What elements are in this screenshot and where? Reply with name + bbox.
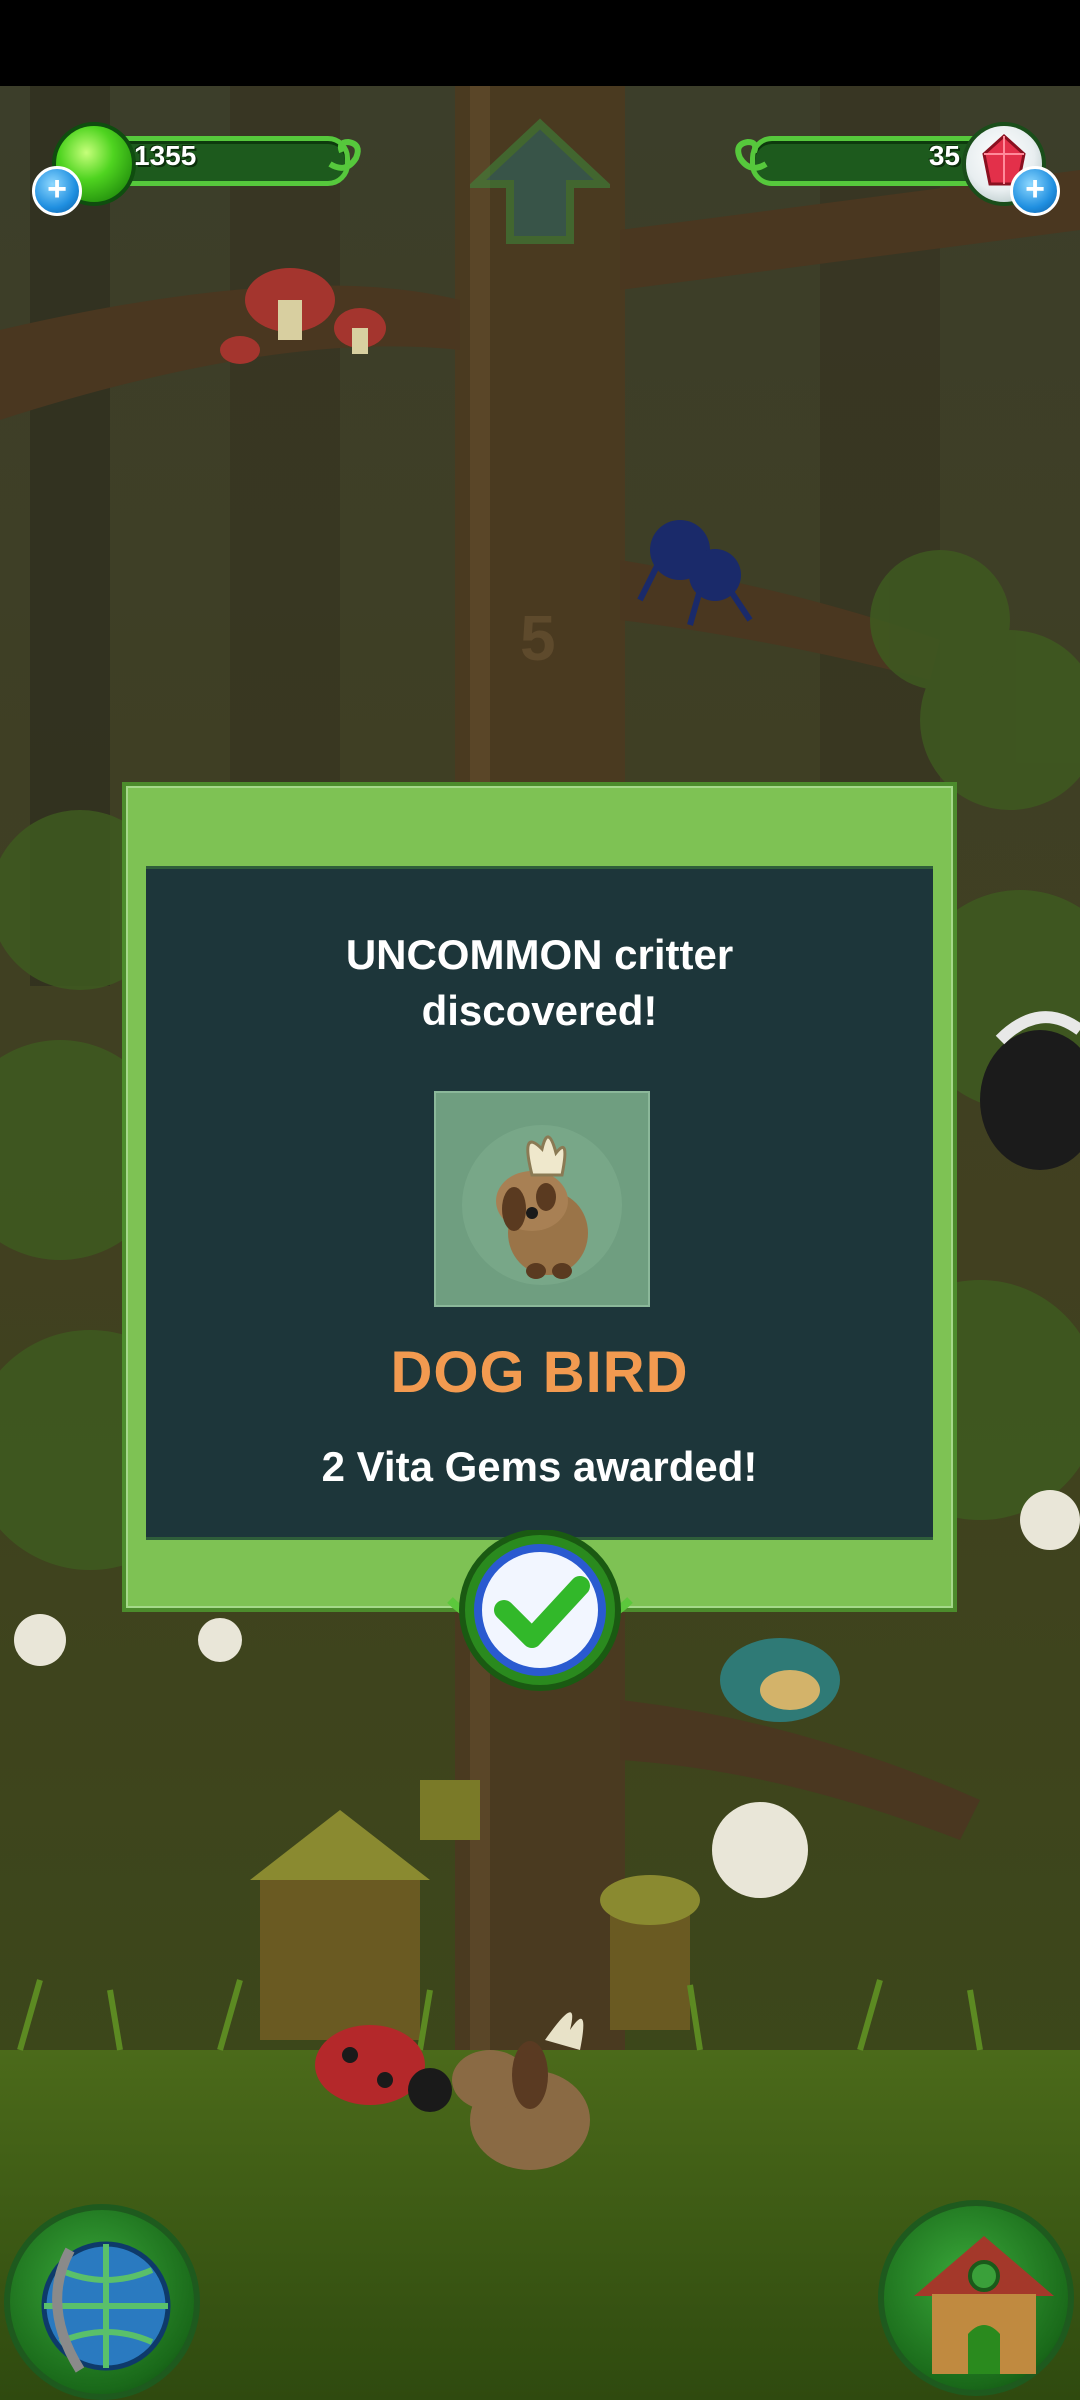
world-map-button[interactable] xyxy=(4,2204,200,2400)
vita-gem-counter: 35 + xyxy=(730,122,1060,216)
critter-house-icon xyxy=(914,2236,1054,2374)
critter-house-button[interactable] xyxy=(878,2200,1074,2396)
critter-name: DOG BIRD xyxy=(390,1340,689,1405)
vine-curl-icon xyxy=(735,138,768,171)
tree-level-number: 5 xyxy=(520,602,556,674)
gem-amount: 35 xyxy=(928,140,960,171)
globe-icon xyxy=(41,2241,171,2373)
checkmark-icon xyxy=(447,1529,633,1691)
add-goo-button[interactable]: + xyxy=(32,166,82,216)
up-arrow-icon xyxy=(465,118,615,244)
add-gems-button[interactable]: + xyxy=(1010,166,1060,216)
award-text: 2 Vita Gems awarded! xyxy=(321,1443,758,1490)
vine-curl-icon xyxy=(328,138,361,171)
discovery-message-line1: UNCOMMON critter xyxy=(345,931,734,978)
status-bar xyxy=(0,0,1080,86)
dog-bird-icon xyxy=(462,1125,622,1285)
confirm-button[interactable] xyxy=(440,1529,640,1700)
discovery-message: UNCOMMON critter discovered! xyxy=(146,927,933,1039)
goo-counter: 1355 + xyxy=(30,122,361,216)
discovery-message-line2: discovered! xyxy=(421,987,658,1034)
climb-up-button[interactable] xyxy=(465,118,615,248)
goo-amount: 1355 xyxy=(134,140,197,171)
critter-portrait xyxy=(434,1091,650,1307)
critter-discovered-dialog: UNCOMMON critter discovered! DOG BIRD 2 … xyxy=(122,782,957,1612)
dialog-panel: UNCOMMON critter discovered! DOG BIRD 2 … xyxy=(146,866,933,1540)
